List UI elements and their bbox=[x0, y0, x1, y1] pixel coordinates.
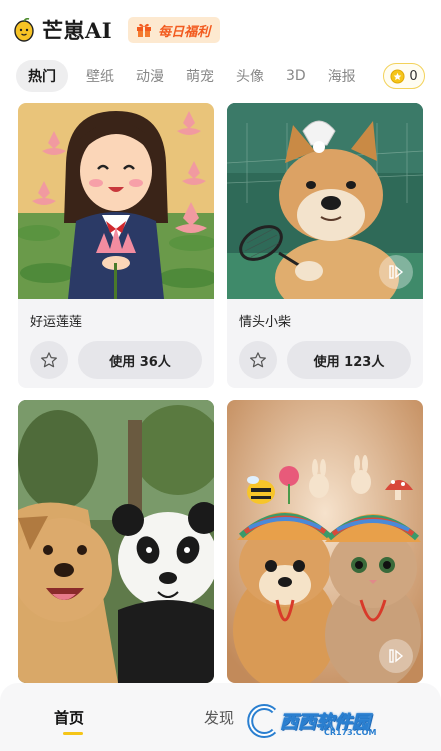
daily-bonus-button[interactable]: 每日福利 bbox=[128, 17, 221, 43]
favorite-button[interactable] bbox=[239, 341, 277, 379]
card-image[interactable] bbox=[227, 103, 423, 299]
template-card[interactable] bbox=[227, 400, 423, 683]
card-image[interactable] bbox=[227, 400, 423, 683]
coin-balance[interactable]: 0 bbox=[383, 63, 425, 89]
favorite-button[interactable] bbox=[30, 341, 68, 379]
template-card[interactable]: 情头小柴 使用 123人 bbox=[227, 103, 423, 388]
site-watermark: 西西软件园 CR173.COM bbox=[244, 700, 422, 742]
video-icon bbox=[389, 649, 404, 663]
video-icon bbox=[389, 265, 404, 279]
star-outline-icon bbox=[250, 352, 266, 368]
use-template-button[interactable]: 使用 123人 bbox=[287, 341, 411, 379]
mango-icon bbox=[14, 18, 34, 42]
card-image[interactable] bbox=[18, 103, 214, 299]
card-title: 好运莲莲 bbox=[30, 315, 83, 330]
tab-hot[interactable]: 热门 bbox=[16, 60, 68, 92]
video-play-button[interactable] bbox=[379, 639, 413, 673]
tab-avatar[interactable]: 头像 bbox=[236, 60, 264, 92]
nav-active-indicator bbox=[63, 732, 83, 735]
tab-anime[interactable]: 动漫 bbox=[136, 60, 164, 92]
tab-3d[interactable]: 3D bbox=[286, 62, 306, 90]
cartoon-girl-lotus-image bbox=[18, 103, 214, 299]
tab-poster[interactable]: 海报 bbox=[328, 60, 356, 92]
gift-icon bbox=[137, 23, 152, 37]
use-template-button[interactable]: 使用 36人 bbox=[78, 341, 202, 379]
daily-bonus-label: 每日福利 bbox=[158, 24, 211, 40]
tab-pets[interactable]: 萌宠 bbox=[186, 60, 214, 92]
category-tabs: 热门 壁纸 动漫 萌宠 头像 3D 海报 0 bbox=[0, 60, 441, 92]
video-play-button[interactable] bbox=[379, 255, 413, 289]
watermark-url: CR173.COM bbox=[324, 728, 377, 737]
nav-discover[interactable]: 发现 bbox=[204, 707, 234, 728]
coin-icon bbox=[390, 68, 405, 84]
card-title: 情头小柴 bbox=[239, 315, 292, 330]
card-image[interactable] bbox=[18, 400, 214, 683]
template-card[interactable] bbox=[18, 400, 214, 683]
app-title: 芒崽AI bbox=[42, 18, 113, 43]
template-card[interactable]: 好运莲莲 使用 36人 bbox=[18, 103, 214, 388]
nav-home[interactable]: 首页 bbox=[54, 707, 84, 728]
tab-wallpaper[interactable]: 壁纸 bbox=[86, 60, 114, 92]
coin-count: 0 bbox=[409, 68, 418, 84]
watermark-logo-icon bbox=[247, 704, 277, 738]
app-header: 芒崽AI 每日福利 bbox=[0, 0, 441, 60]
dog-panda-selfie-image bbox=[18, 400, 214, 683]
star-outline-icon bbox=[41, 352, 57, 368]
